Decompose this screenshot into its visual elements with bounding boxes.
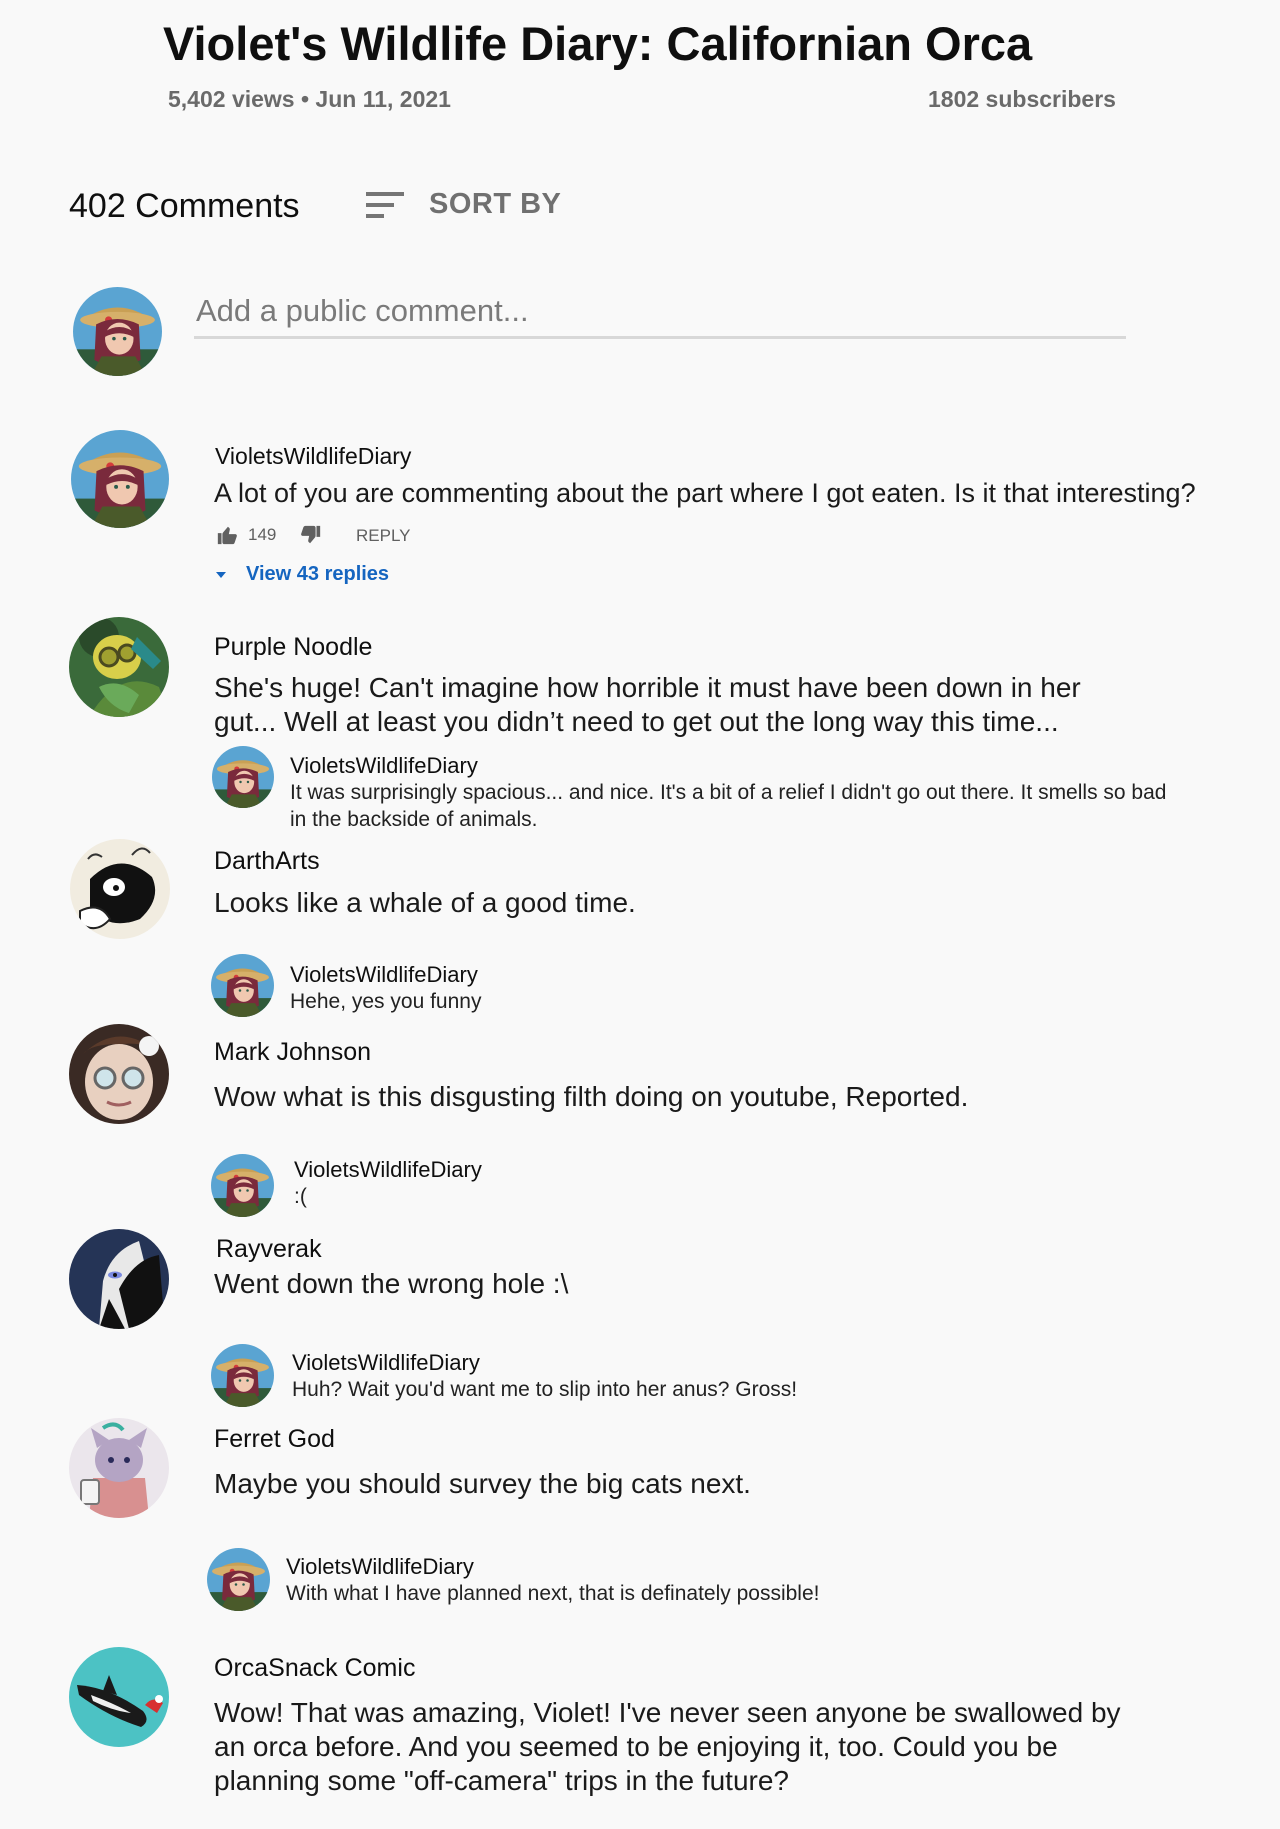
caret-down-icon: [214, 568, 228, 582]
sort-icon[interactable]: [366, 190, 406, 220]
comment-author[interactable]: Rayverak: [216, 1235, 322, 1264]
reply-author[interactable]: VioletsWildlifeDiary: [290, 962, 478, 988]
comment-text: Looks like a whale of a good time.: [214, 887, 636, 918]
comment-author[interactable]: Purple Noodle: [214, 633, 372, 662]
user-avatar: [73, 287, 162, 376]
avatar[interactable]: [207, 1548, 270, 1611]
video-views-date: 5,402 views • Jun 11, 2021: [168, 86, 451, 112]
view-replies-link[interactable]: View 43 replies: [246, 563, 389, 586]
comment-author[interactable]: Ferret God: [214, 1425, 335, 1454]
comment-author[interactable]: VioletsWildlifeDiary: [215, 443, 411, 470]
comment-text: Went down the wrong hole :\: [214, 1268, 569, 1299]
reply-author[interactable]: VioletsWildlifeDiary: [290, 753, 478, 779]
reply-button[interactable]: REPLY: [356, 526, 411, 546]
like-count: 149: [248, 525, 277, 544]
subscriber-count: 1802 subscribers: [928, 86, 1116, 112]
comment-text: Wow! That was amazing, Violet! I've neve…: [214, 1697, 1121, 1796]
avatar[interactable]: [69, 617, 169, 717]
avatar[interactable]: [70, 839, 170, 939]
reply-text: :(: [294, 1185, 307, 1208]
avatar[interactable]: [212, 746, 274, 808]
avatar[interactable]: [69, 1418, 169, 1518]
comment-author[interactable]: Mark Johnson: [214, 1038, 371, 1067]
reply-author[interactable]: VioletsWildlifeDiary: [292, 1350, 480, 1376]
comment-text: She's huge! Can't imagine how horrible i…: [214, 672, 1081, 737]
reply-author[interactable]: VioletsWildlifeDiary: [294, 1157, 482, 1183]
avatar[interactable]: [69, 1024, 169, 1124]
comment-text: Wow what is this disgusting filth doing …: [214, 1081, 969, 1112]
avatar[interactable]: [71, 430, 169, 528]
reply-text: Hehe, yes you funny: [290, 990, 482, 1013]
reply-text: It was surprisingly spacious... and nice…: [290, 781, 1167, 831]
avatar[interactable]: [211, 1344, 274, 1407]
comments-count: 402 Comments: [69, 187, 300, 225]
reply-text: Huh? Wait you'd want me to slip into her…: [292, 1378, 798, 1401]
sort-by-button[interactable]: SORT BY: [429, 188, 561, 221]
avatar[interactable]: [69, 1229, 169, 1329]
thumbs-up-icon[interactable]: [216, 524, 238, 546]
comment-author[interactable]: OrcaSnack Comic: [214, 1654, 415, 1683]
comment-text: A lot of you are commenting about the pa…: [214, 478, 1196, 508]
avatar[interactable]: [211, 954, 274, 1017]
reply-author[interactable]: VioletsWildlifeDiary: [286, 1554, 474, 1580]
avatar[interactable]: [69, 1647, 169, 1747]
add-comment-input[interactable]: [194, 286, 1126, 339]
thumbs-down-icon[interactable]: [300, 524, 322, 546]
comment-author[interactable]: DarthArts: [214, 847, 320, 876]
reply-text: With what I have planned next, that is d…: [286, 1582, 820, 1605]
video-title: Violet's Wildlife Diary: Californian Orc…: [163, 17, 1033, 70]
avatar[interactable]: [211, 1154, 274, 1217]
comment-text: Maybe you should survey the big cats nex…: [214, 1468, 751, 1499]
